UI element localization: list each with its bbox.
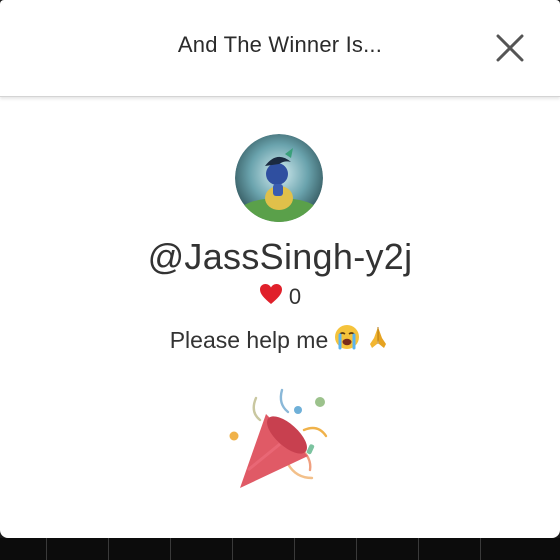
likes-count: 0 xyxy=(288,284,302,309)
modal-header: And The Winner Is... xyxy=(0,0,560,97)
heart-icon xyxy=(259,283,283,311)
close-icon[interactable] xyxy=(494,32,526,64)
winner-comment: Please help me xyxy=(0,324,560,356)
background-strip xyxy=(0,538,560,560)
folded-hands-emoji xyxy=(366,324,390,356)
crying-face-emoji xyxy=(334,324,360,356)
party-popper-icon xyxy=(222,386,338,496)
comment-text: Please help me xyxy=(169,326,329,353)
likes-row: 0 xyxy=(0,283,560,311)
avatar xyxy=(235,134,323,222)
winner-modal: And The Winner Is... @JassSingh-y2j 0 Pl… xyxy=(0,0,560,538)
winner-username: @JassSingh-y2j xyxy=(147,236,413,277)
modal-title: And The Winner Is... xyxy=(177,32,383,57)
